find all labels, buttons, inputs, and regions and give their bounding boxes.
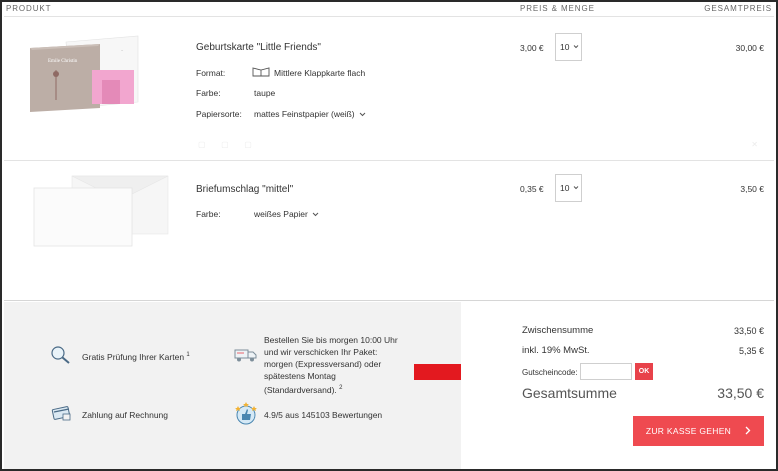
item-divider: [4, 160, 774, 161]
paper-select[interactable]: mattes Feinstpapier (weiß): [254, 109, 366, 119]
cart-page: PRODUKT PREIS & MENGE GESAMTPREIS Emile …: [0, 0, 778, 471]
item-total-price: 30,00 €: [735, 43, 764, 53]
credit-card-icon: [51, 405, 73, 425]
grand-total-value: 33,50 €: [717, 385, 764, 401]
format-value-text: Mittlere Klappkarte flach: [274, 67, 366, 78]
quantity-value: 10: [560, 42, 570, 52]
color-value: weißes Papier: [254, 209, 308, 219]
folded-card-icon: [252, 66, 270, 79]
chevron-right-icon: [745, 426, 751, 437]
feature-rating: 4.9/5 aus 145103 Bewertungen: [264, 410, 383, 420]
color-label: Farbe:: [196, 209, 221, 219]
summary-panel: Zwischensumme 33,50 € inkl. 19% MwSt. 5,…: [461, 302, 776, 469]
header-divider: [4, 16, 774, 17]
coupon-input[interactable]: [580, 363, 632, 380]
color-value: taupe: [254, 88, 276, 98]
chevron-down-icon: [312, 209, 319, 219]
tax-value: 5,35 €: [738, 346, 764, 356]
feature-delivery: Bestellen Sie bis morgen 10:00 Uhr und w…: [264, 334, 404, 396]
format-label: Format:: [196, 68, 226, 78]
feature-check-text: Gratis Prüfung Ihrer Karten: [82, 351, 185, 362]
paper-label: Papiersorte:: [196, 109, 242, 119]
summary-divider: [4, 300, 774, 301]
coupon-ok-button[interactable]: OK: [635, 363, 653, 380]
format-value: Mittlere Klappkarte flach: [252, 66, 365, 79]
item-title[interactable]: Geburtskarte "Little Friends": [196, 42, 321, 53]
quantity-select[interactable]: 10: [555, 174, 582, 202]
checkout-button[interactable]: ZUR KASSE GEHEN: [633, 416, 764, 446]
features-panel: Gratis Prüfung Ihrer Karten 1 Bestellen …: [4, 302, 461, 469]
subtotal-value: 33,50 €: [733, 326, 764, 336]
item-image-envelope[interactable]: [32, 174, 172, 248]
quantity-value: 10: [560, 183, 570, 193]
feature-invoice: Zahlung auf Rechnung: [82, 410, 169, 420]
quantity-select[interactable]: 10: [555, 33, 582, 61]
coupon-label: Gutscheincode:: [522, 368, 578, 377]
column-header-price-qty: PREIS & MENGE: [520, 4, 595, 13]
color-select[interactable]: weißes Papier: [254, 209, 319, 219]
grand-total-label: Gesamtsumme: [522, 385, 617, 401]
checkout-button-label: ZUR KASSE GEHEN: [645, 426, 732, 436]
paper-value: mattes Feinstpapier (weiß): [254, 109, 355, 119]
magnifier-icon: [50, 345, 72, 367]
item-image-birth-card[interactable]: Emile Christin ~: [26, 30, 144, 115]
chevron-down-icon: [573, 42, 579, 52]
subtotal-label: Zwischensumme: [522, 325, 594, 336]
feature-check: Gratis Prüfung Ihrer Karten 1: [82, 349, 190, 363]
item-title[interactable]: Briefumschlag "mittel": [196, 184, 293, 195]
chevron-down-icon: [359, 109, 366, 119]
rating-thumbs-up-icon: [234, 402, 258, 428]
item-unit-price: 0,35 €: [520, 184, 544, 194]
color-label: Farbe:: [196, 88, 221, 98]
delivery-truck-icon: [234, 347, 258, 365]
faded-actions: ▢ ▢ ▢: [198, 140, 252, 149]
column-header-product: PRODUKT: [6, 4, 52, 13]
tax-label: inkl. 19% MwSt.: [522, 345, 590, 356]
item-total-price: 3,50 €: [740, 184, 764, 194]
chevron-down-icon: [573, 183, 579, 193]
feature-delivery-text: Bestellen Sie bis morgen 10:00 Uhr und w…: [264, 335, 398, 395]
item-unit-price: 3,00 €: [520, 43, 544, 53]
column-header-total: GESAMTPREIS: [704, 4, 772, 13]
feature-delivery-footnote: 2: [339, 385, 343, 391]
thumb-script-text: Emile Christin: [48, 59, 78, 64]
trash-icon[interactable]: ✕: [751, 140, 758, 149]
feature-check-footnote: 1: [186, 352, 190, 358]
